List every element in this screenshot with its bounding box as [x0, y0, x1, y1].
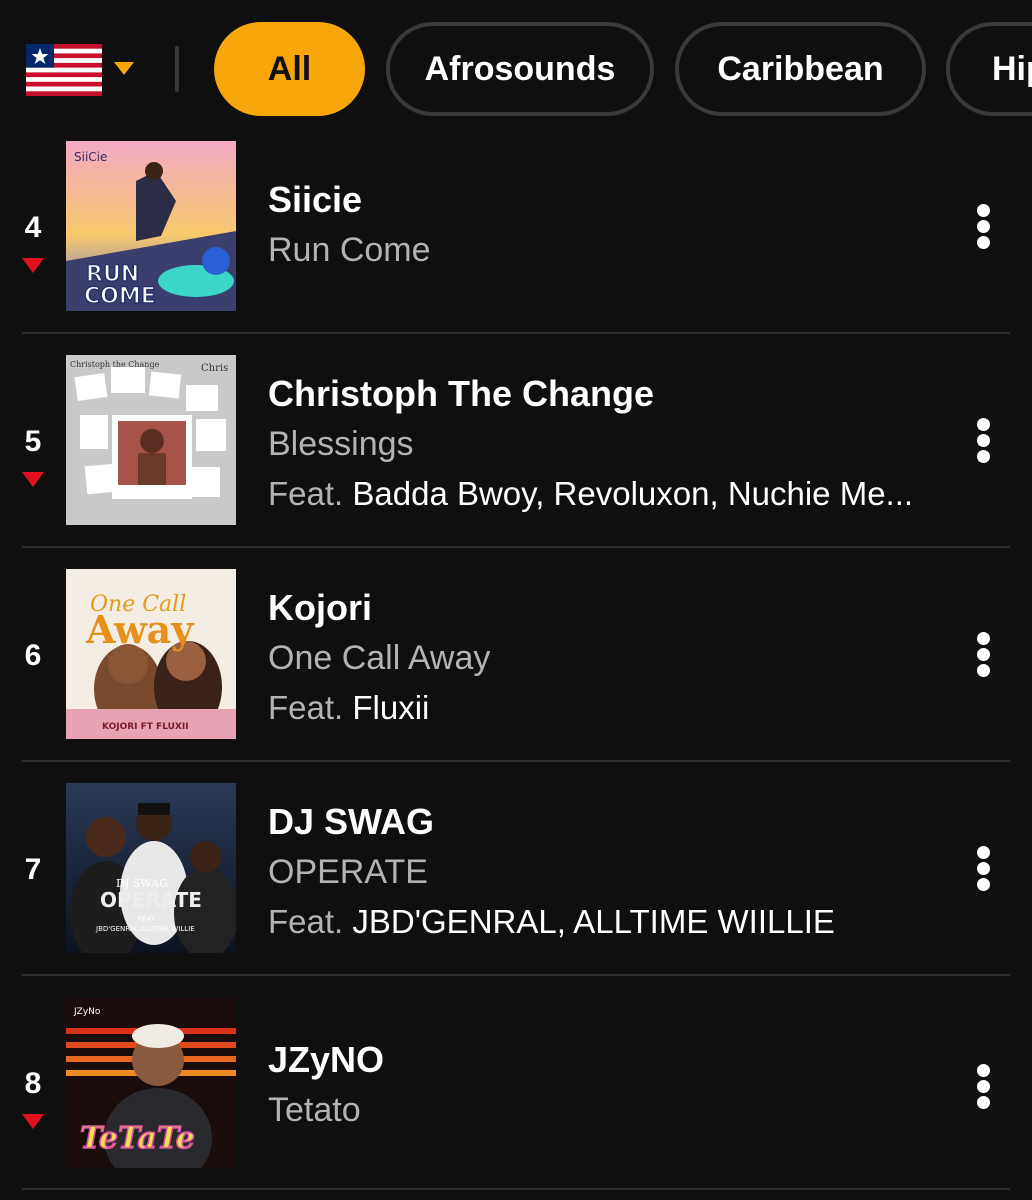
- track-title: Tetato: [268, 1091, 361, 1129]
- track-title: One Call Away: [268, 639, 491, 677]
- chip-caribbean[interactable]: Caribbean: [675, 22, 926, 116]
- featured-artist-links[interactable]: Fluxii: [352, 689, 429, 726]
- caret-down-icon: [114, 62, 134, 75]
- featured-artists: Feat. Badda Bwoy, Revoluxon, Nuchie Me..…: [268, 475, 928, 513]
- chip-afrosounds[interactable]: Afrosounds: [386, 22, 654, 116]
- chart-row[interactable]: 6 One Call Away KOJORI FT FLUXII Kojori …: [0, 548, 1032, 762]
- album-cover[interactable]: Christoph the Change Chris: [66, 355, 236, 525]
- cover-text: FEAT: [138, 915, 156, 923]
- featured-artist-links[interactable]: Badda Bwoy, Revoluxon, Nuchie Me...: [352, 475, 913, 512]
- down-triangle-icon: [22, 1114, 44, 1129]
- down-triangle-icon: [22, 258, 44, 273]
- genre-filter-bar: All Afrosounds Caribbean Hip: [0, 0, 1032, 136]
- artist-name[interactable]: Siicie: [268, 179, 362, 221]
- more-vertical-icon[interactable]: [964, 838, 1004, 898]
- liberia-flag-icon: [26, 44, 102, 96]
- artist-name[interactable]: Kojori: [268, 587, 372, 629]
- cover-text: COME: [84, 284, 156, 309]
- more-vertical-icon[interactable]: [964, 1056, 1004, 1116]
- chart-row[interactable]: 4 SiiCie RUN COME Siicie Run Come: [0, 130, 1032, 344]
- feat-prefix: Feat.: [268, 903, 344, 940]
- cover-text: JZyNo: [73, 1007, 101, 1017]
- rank-number: 6: [24, 639, 42, 672]
- featured-artists: Feat. JBD'GENRAL, ALLTIME WIILLIE: [268, 903, 928, 941]
- country-selector[interactable]: [26, 44, 136, 96]
- cover-text: KOJORI FT FLUXII: [102, 722, 189, 732]
- album-cover[interactable]: JZyNo TeTaTe: [66, 998, 236, 1168]
- more-vertical-icon[interactable]: [964, 624, 1004, 684]
- rank-number: 7: [24, 853, 42, 886]
- cover-text: JBD'GENRAL ALLTIME WILLIE: [95, 925, 195, 933]
- row-divider: [22, 1188, 1010, 1190]
- album-cover[interactable]: DJ SWAG OPERATE FEAT JBD'GENRAL ALLTIME …: [66, 783, 236, 953]
- cover-text: SiiCie: [74, 150, 107, 164]
- album-cover[interactable]: SiiCie RUN COME: [66, 141, 236, 311]
- featured-artists: Feat. Fluxii: [268, 689, 928, 727]
- rank-number: 8: [24, 1067, 42, 1100]
- artist-name[interactable]: JZyNO: [268, 1039, 384, 1081]
- artist-name[interactable]: DJ SWAG: [268, 801, 434, 843]
- artist-name[interactable]: Christoph The Change: [268, 373, 654, 415]
- feat-prefix: Feat.: [268, 475, 344, 512]
- down-triangle-icon: [22, 472, 44, 487]
- more-vertical-icon[interactable]: [964, 410, 1004, 470]
- track-title: OPERATE: [268, 853, 428, 891]
- album-cover[interactable]: One Call Away KOJORI FT FLUXII: [66, 569, 236, 739]
- featured-artist-links[interactable]: JBD'GENRAL, ALLTIME WIILLIE: [352, 903, 835, 940]
- track-title: Blessings: [268, 425, 414, 463]
- cover-text: Away: [85, 607, 194, 652]
- more-vertical-icon[interactable]: [964, 196, 1004, 256]
- feat-prefix: Feat.: [268, 689, 344, 726]
- cover-text: TeTaTe: [80, 1121, 195, 1156]
- chart-row[interactable]: 7 DJ SWAG OPERATE FEAT JBD'GENRAL ALLTIM…: [0, 762, 1032, 976]
- rank-number: 5: [24, 425, 42, 458]
- divider: [175, 46, 179, 92]
- cover-text: OPERATE: [100, 888, 202, 912]
- rank-number: 4: [24, 211, 42, 244]
- track-title: Run Come: [268, 231, 431, 269]
- chart-row[interactable]: 5 Christoph the Change Chris Christoph T…: [0, 334, 1032, 548]
- cover-text: Chris: [201, 363, 228, 374]
- chart-row[interactable]: 8 JZyNo TeTaTe JZyNO Tetato: [0, 976, 1032, 1190]
- cover-text: Christoph the Change: [70, 360, 160, 369]
- chip-all[interactable]: All: [214, 22, 365, 116]
- chip-hip[interactable]: Hip: [946, 22, 1032, 116]
